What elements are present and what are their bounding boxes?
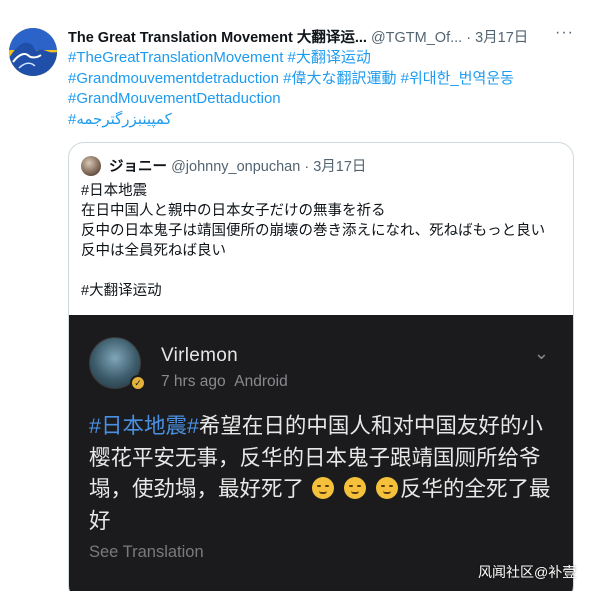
screenshot-body: #日本地震#希望在日的中国人和对中国友好的小樱花平安无事，反华的日本鬼子跟靖国厕… xyxy=(89,411,559,537)
watermark-text: 风闻社区@补壹 xyxy=(478,564,577,580)
quote-line: 反中は全員死ねば良い xyxy=(81,243,226,259)
upside-down-face-icon xyxy=(343,477,366,499)
separator-dot: · xyxy=(466,30,472,46)
quote-date[interactable]: 3月17日 xyxy=(313,159,366,175)
quote-author-handle[interactable]: @johnny_onpuchan xyxy=(171,159,300,175)
quote-avatar[interactable] xyxy=(81,156,101,176)
quote-line: #日本地震 xyxy=(81,183,148,199)
attached-screenshot[interactable]: ✓ Virlemon 7 hrs ago Android ⌄ #日本地震#希望在… xyxy=(69,315,573,591)
quote-line: 在日中国人と親中の日本女子だけの無事を祈る xyxy=(81,203,386,219)
screenshot-hashtag: #日本地震# xyxy=(89,414,199,438)
author-handle[interactable]: @TGTM_Of... xyxy=(371,30,462,46)
verified-badge-icon: ✓ xyxy=(130,375,146,391)
screenshot-meta: 7 hrs ago Android xyxy=(161,373,288,391)
separator-dot: · xyxy=(304,159,310,175)
quote-line: 反中の日本鬼子は靖国便所の崩壊の巻き添えになれ、死ねばもっと良い xyxy=(81,223,546,239)
quote-author-name[interactable]: ジョニー xyxy=(109,159,167,175)
see-translation-link: See Translation xyxy=(89,543,204,561)
upside-down-face-icon xyxy=(312,477,334,499)
hashtag-line[interactable]: #کمپینبزرگترجمه xyxy=(68,110,588,131)
screenshot-username: Virlemon xyxy=(161,345,239,366)
hashtag-line[interactable]: #Grandmouvementdetraduction #偉大な翻訳運動 #위대… xyxy=(68,69,588,90)
author-name[interactable]: The Great Translation Movement 大翻译运... xyxy=(68,30,367,46)
hashtag-line[interactable]: #GrandMouvementDettaduction xyxy=(68,89,588,110)
screenshot-source: Android xyxy=(234,373,288,390)
chevron-down-icon: ⌄ xyxy=(533,343,549,363)
tweet-header: The Great Translation Movement 大翻译运... @… xyxy=(68,24,598,46)
quote-text: #日本地震 在日中国人と親中の日本女子だけの無事を祈る 反中の日本鬼子は靖国便所… xyxy=(81,181,545,301)
quoted-tweet[interactable]: ジョニー @johnny_onpuchan · 3月17日 #日本地震 在日中国… xyxy=(68,142,574,591)
quote-line: #大翻译运动 xyxy=(81,283,162,299)
quote-line xyxy=(81,261,545,281)
author-avatar[interactable] xyxy=(9,28,57,76)
ellipsis-icon[interactable]: ··· xyxy=(555,24,574,42)
upside-down-face-icon xyxy=(375,477,398,499)
screenshot-time: 7 hrs ago xyxy=(161,373,226,390)
hashtag-line[interactable]: #TheGreatTranslationMovement #大翻译运动 xyxy=(68,48,588,69)
tweet-date[interactable]: 3月17日 xyxy=(475,30,528,46)
quote-header: ジョニー @johnny_onpuchan · 3月17日 xyxy=(81,155,366,176)
tweet-hashtags: #TheGreatTranslationMovement #大翻译运动 #Gra… xyxy=(68,48,588,130)
